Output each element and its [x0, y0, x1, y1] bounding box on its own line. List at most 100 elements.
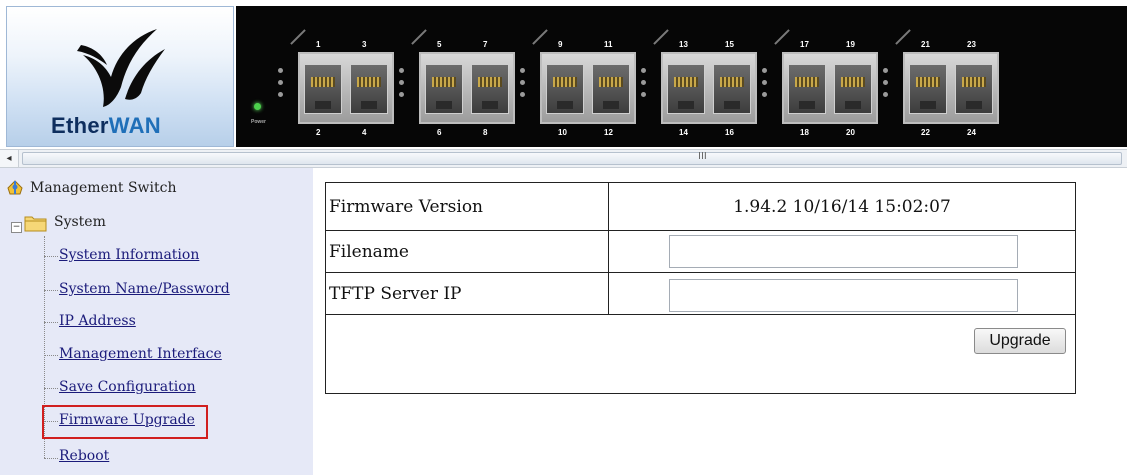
ethernet-port-icon	[425, 64, 463, 114]
tftp-server-ip-input[interactable]	[669, 279, 1018, 312]
port-block	[782, 52, 878, 124]
port-number-label: 13	[679, 40, 688, 49]
port-led-icon	[399, 80, 404, 85]
port-number-label: 8	[483, 128, 488, 137]
port-number-label: 3	[362, 40, 367, 49]
port-divider-mark	[290, 29, 306, 45]
port-led-icon	[641, 68, 646, 73]
ethernet-port-icon	[471, 64, 509, 114]
port-number-label: 1	[316, 40, 321, 49]
port-number-label: 17	[800, 40, 809, 49]
brand-name: EtherWAN	[51, 113, 161, 138]
port-number-label: 12	[604, 128, 613, 137]
port-number-label: 18	[800, 128, 809, 137]
ethernet-port-icon	[788, 64, 826, 114]
firmware-upgrade-table: Firmware Version 1.94.2 10/16/14 15:02:0…	[325, 182, 1076, 394]
scroll-left-arrow-icon[interactable]: ◂	[0, 150, 19, 167]
port-block	[419, 52, 515, 124]
port-led-icon	[278, 68, 283, 73]
collapse-toggle-icon[interactable]: −	[11, 222, 22, 233]
port-block	[298, 52, 394, 124]
port-divider-mark	[532, 29, 548, 45]
port-number-label: 2	[316, 128, 321, 137]
port-led-icon	[641, 92, 646, 97]
port-number-label: 16	[725, 128, 734, 137]
port-number-label: 24	[967, 128, 976, 137]
port-number-label: 20	[846, 128, 855, 137]
port-led-icon	[883, 92, 888, 97]
switch-front-panel: Power 1 2 3 4 5 6 7 8 9 10 11 12 13 14 15 16 17 18 19 20 21 2…	[236, 6, 1127, 147]
ethernet-port-icon	[350, 64, 388, 114]
port-number-label: 7	[483, 40, 488, 49]
nav-reboot[interactable]: Reboot	[59, 448, 109, 464]
logo-panel: EtherWAN	[6, 6, 234, 147]
port-led-icon	[520, 92, 525, 97]
port-block	[540, 52, 636, 124]
folder-open-icon	[24, 216, 47, 232]
table-divider	[326, 314, 1075, 315]
table-divider	[326, 272, 1075, 273]
nav-ip-address[interactable]: IP Address	[59, 313, 136, 329]
port-number-label: 21	[921, 40, 930, 49]
port-number-label: 15	[725, 40, 734, 49]
port-led-icon	[399, 92, 404, 97]
port-led-icon	[883, 68, 888, 73]
port-block	[903, 52, 999, 124]
firmware-version-label: Firmware Version	[329, 197, 484, 217]
port-led-icon	[762, 92, 767, 97]
tree-root-management-switch[interactable]: Management Switch	[30, 180, 176, 196]
port-led-icon	[399, 68, 404, 73]
ethernet-port-icon	[304, 64, 342, 114]
power-led-icon	[254, 103, 261, 110]
tree-connector	[44, 388, 58, 389]
ethernet-port-icon	[713, 64, 751, 114]
horizontal-scrollbar[interactable]: ◂ III	[0, 149, 1127, 168]
port-number-label: 6	[437, 128, 442, 137]
tree-connector	[44, 322, 58, 323]
tree-connector	[44, 355, 58, 356]
port-divider-mark	[895, 29, 911, 45]
etherwan-logo-icon	[77, 29, 165, 107]
table-divider	[326, 230, 1075, 231]
switch-management-icon	[7, 180, 23, 195]
port-divider-mark	[653, 29, 669, 45]
nav-management-interface[interactable]: Management Interface	[59, 346, 222, 362]
filename-input[interactable]	[669, 235, 1018, 268]
port-led-icon	[278, 80, 283, 85]
port-led-icon	[762, 68, 767, 73]
scroll-grip: III	[698, 151, 707, 162]
port-led-icon	[762, 80, 767, 85]
tftp-server-ip-label: TFTP Server IP	[329, 284, 462, 304]
nav-save-configuration[interactable]: Save Configuration	[59, 379, 196, 395]
tree-connector	[44, 458, 58, 459]
port-number-label: 22	[921, 128, 930, 137]
scroll-thumb[interactable]: III	[22, 151, 1122, 165]
ethernet-port-icon	[955, 64, 993, 114]
power-label: Power	[251, 119, 267, 125]
port-divider-mark	[774, 29, 790, 45]
selected-item-highlight	[42, 405, 208, 439]
port-led-icon	[520, 68, 525, 73]
port-number-label: 11	[604, 40, 613, 49]
port-number-label: 10	[558, 128, 567, 137]
upgrade-button[interactable]: Upgrade	[974, 328, 1066, 354]
port-led-icon	[883, 80, 888, 85]
port-number-label: 5	[437, 40, 442, 49]
port-number-label: 4	[362, 128, 367, 137]
ethernet-port-icon	[909, 64, 947, 114]
tree-folder-system[interactable]: System	[54, 214, 106, 230]
ethernet-port-icon	[667, 64, 705, 114]
ethernet-port-icon	[546, 64, 584, 114]
tree-connector	[44, 256, 58, 257]
ethernet-port-icon	[834, 64, 872, 114]
port-led-icon	[278, 92, 283, 97]
nav-system-information[interactable]: System Information	[59, 247, 199, 263]
header: EtherWAN Power 1 2 3 4 5 6 7 8 9 10 11 12 13 14 15 16 17…	[0, 0, 1127, 148]
port-number-label: 19	[846, 40, 855, 49]
port-divider-mark	[411, 29, 427, 45]
ethernet-port-icon	[592, 64, 630, 114]
port-led-icon	[641, 80, 646, 85]
port-number-label: 23	[967, 40, 976, 49]
nav-system-name-password[interactable]: System Name/Password	[59, 281, 230, 297]
port-number-label: 9	[558, 40, 563, 49]
